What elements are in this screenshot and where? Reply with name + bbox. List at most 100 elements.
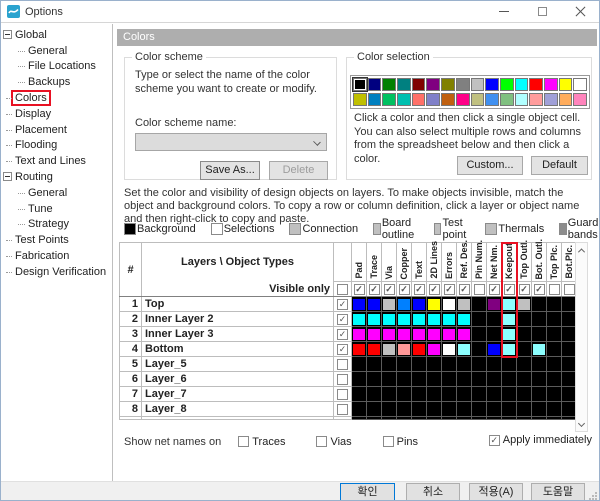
show-net-names-traces[interactable]: Traces xyxy=(235,436,285,448)
column-header-net-nm[interactable]: Net Nm.✓ xyxy=(487,243,502,297)
help-button[interactable]: 도움말 xyxy=(531,483,585,501)
color-cell-inner-layer-3-pad[interactable] xyxy=(352,327,367,342)
palette-swatch[interactable] xyxy=(412,93,426,106)
color-cell-inner-layer-2-errors[interactable] xyxy=(442,312,457,327)
color-cell-layer-8-top-plc[interactable] xyxy=(547,402,562,417)
layer-name[interactable]: Layer_8 xyxy=(142,402,334,417)
color-cell-layer-5-via[interactable] xyxy=(382,357,397,372)
layer-visible-checkbox-top[interactable]: ✓ xyxy=(337,299,348,310)
palette-swatch[interactable] xyxy=(441,93,455,106)
color-cell-bottom-errors[interactable] xyxy=(442,342,457,357)
resize-grip[interactable] xyxy=(589,492,597,500)
color-cell-layer-5-bot-outl[interactable] xyxy=(532,357,547,372)
layer-visible-checkbox-inner-layer-2[interactable]: ✓ xyxy=(337,314,348,325)
color-scheme-name-combo[interactable] xyxy=(135,133,327,151)
palette-swatch[interactable] xyxy=(559,78,573,91)
tree-item-display[interactable]: Display xyxy=(1,106,112,122)
save-as-button[interactable]: Save As... xyxy=(200,161,260,180)
color-cell-bottom-trace[interactable] xyxy=(367,342,382,357)
column-visible-checkbox-keepout[interactable]: ✓ xyxy=(504,284,515,295)
column-visible-checkbox-net-nm[interactable]: ✓ xyxy=(489,284,500,295)
column-header-2d-lines[interactable]: 2D Lines✓ xyxy=(427,243,442,297)
palette-swatch[interactable] xyxy=(471,93,485,106)
color-cell-layer-5-top-plc[interactable] xyxy=(547,357,562,372)
color-cell-layer-5-top-outl[interactable] xyxy=(517,357,532,372)
color-cell-layer-7-copper[interactable] xyxy=(397,387,412,402)
color-cell-bottom-top-plc[interactable] xyxy=(547,342,562,357)
color-cell-layer-6-errors[interactable] xyxy=(442,372,457,387)
palette-swatch[interactable] xyxy=(529,78,543,91)
color-cell-layer-6-bot-outl[interactable] xyxy=(532,372,547,387)
palette-swatch[interactable] xyxy=(500,78,514,91)
column-visible-checkbox-ref-des[interactable]: ✓ xyxy=(459,284,470,295)
color-cell-top-keepout[interactable] xyxy=(502,297,517,312)
palette-swatch[interactable] xyxy=(368,93,382,106)
color-cell-bottom-pad[interactable] xyxy=(352,342,367,357)
column-header-keepout[interactable]: Keepout✓ xyxy=(502,243,517,297)
palette-swatch[interactable] xyxy=(368,78,382,91)
color-cell-layer-7-bot-outl[interactable] xyxy=(532,387,547,402)
layer-name[interactable]: Inner Layer 3 xyxy=(142,327,334,342)
color-cell-layer-6-top-plc[interactable] xyxy=(547,372,562,387)
palette-swatch[interactable] xyxy=(382,93,396,106)
palette-swatch[interactable] xyxy=(353,78,367,91)
color-cell-layer-6-keepout[interactable] xyxy=(502,372,517,387)
color-cell-bottom-net-nm[interactable] xyxy=(487,342,502,357)
color-cell-layer-8-ref-des[interactable] xyxy=(457,402,472,417)
tree-item-routing[interactable]: Routing xyxy=(1,169,112,185)
color-cell-top-ref-des[interactable] xyxy=(457,297,472,312)
close-button[interactable] xyxy=(561,1,599,22)
layer-visible-checkbox-layer-6[interactable] xyxy=(337,374,348,385)
color-cell-top-2d-lines[interactable] xyxy=(427,297,442,312)
color-cell-inner-layer-3-2d-lines[interactable] xyxy=(427,327,442,342)
column-header-top-outl[interactable]: Top Outl.✓ xyxy=(517,243,532,297)
column-header-errors[interactable]: Errors✓ xyxy=(442,243,457,297)
color-cell-top-trace[interactable] xyxy=(367,297,382,312)
color-cell-layer-6-pad[interactable] xyxy=(352,372,367,387)
layer-visible-checkbox-layer-5[interactable] xyxy=(337,359,348,370)
tree-item-test-points[interactable]: Test Points xyxy=(1,232,112,248)
color-cell-layer-7-trace[interactable] xyxy=(367,387,382,402)
color-cell-inner-layer-2-pin-num[interactable] xyxy=(472,312,487,327)
color-cell-layer-7-via[interactable] xyxy=(382,387,397,402)
layer-name[interactable]: Layer_5 xyxy=(142,357,334,372)
color-cell-bottom-bot-outl[interactable] xyxy=(532,342,547,357)
palette-swatch[interactable] xyxy=(485,78,499,91)
color-cell-inner-layer-3-ref-des[interactable] xyxy=(457,327,472,342)
color-cell-inner-layer-2-ref-des[interactable] xyxy=(457,312,472,327)
column-visible-checkbox-2d-lines[interactable]: ✓ xyxy=(429,284,440,295)
apply-immediately[interactable]: ✓ Apply immediately xyxy=(486,434,592,446)
column-visible-checkbox-bot-plc[interactable] xyxy=(564,284,575,295)
palette-swatch[interactable] xyxy=(426,93,440,106)
palette-swatch[interactable] xyxy=(456,93,470,106)
color-cell-layer-5-2d-lines[interactable] xyxy=(427,357,442,372)
tree-item-fabrication[interactable]: Fabrication xyxy=(1,248,112,264)
layer-visible-checkbox-inner-layer-3[interactable]: ✓ xyxy=(337,329,348,340)
pins-checkbox[interactable] xyxy=(383,436,394,447)
column-visible-checkbox-trace[interactable]: ✓ xyxy=(369,284,380,295)
color-cell-layer-8-copper[interactable] xyxy=(397,402,412,417)
visible-only-checkbox[interactable] xyxy=(337,284,348,295)
collapse-icon[interactable] xyxy=(3,30,12,39)
color-cell-layer-6-2d-lines[interactable] xyxy=(427,372,442,387)
color-cell-layer-7-top-outl[interactable] xyxy=(517,387,532,402)
color-cell-layer-8-errors[interactable] xyxy=(442,402,457,417)
palette-swatch[interactable] xyxy=(515,78,529,91)
color-cell-layer-7-ref-des[interactable] xyxy=(457,387,472,402)
color-cell-layer-5-keepout[interactable] xyxy=(502,357,517,372)
tree-item-design-verification[interactable]: Design Verification xyxy=(1,264,112,280)
color-cell-inner-layer-3-top-outl[interactable] xyxy=(517,327,532,342)
palette-swatch[interactable] xyxy=(382,78,396,91)
color-cell-bottom-keepout[interactable] xyxy=(502,342,517,357)
color-cell-layer-8-trace[interactable] xyxy=(367,402,382,417)
layer-name[interactable]: Bottom xyxy=(142,342,334,357)
color-cell-inner-layer-3-keepout[interactable] xyxy=(502,327,517,342)
color-cell-top-top-outl[interactable] xyxy=(517,297,532,312)
palette-swatch[interactable] xyxy=(515,93,529,106)
scroll-up-button[interactable] xyxy=(576,244,587,257)
color-cell-top-via[interactable] xyxy=(382,297,397,312)
apply-button[interactable]: 적용(A) xyxy=(469,483,523,501)
layer-name[interactable]: Layer_7 xyxy=(142,387,334,402)
color-cell-layer-7-errors[interactable] xyxy=(442,387,457,402)
color-cell-bottom-via[interactable] xyxy=(382,342,397,357)
